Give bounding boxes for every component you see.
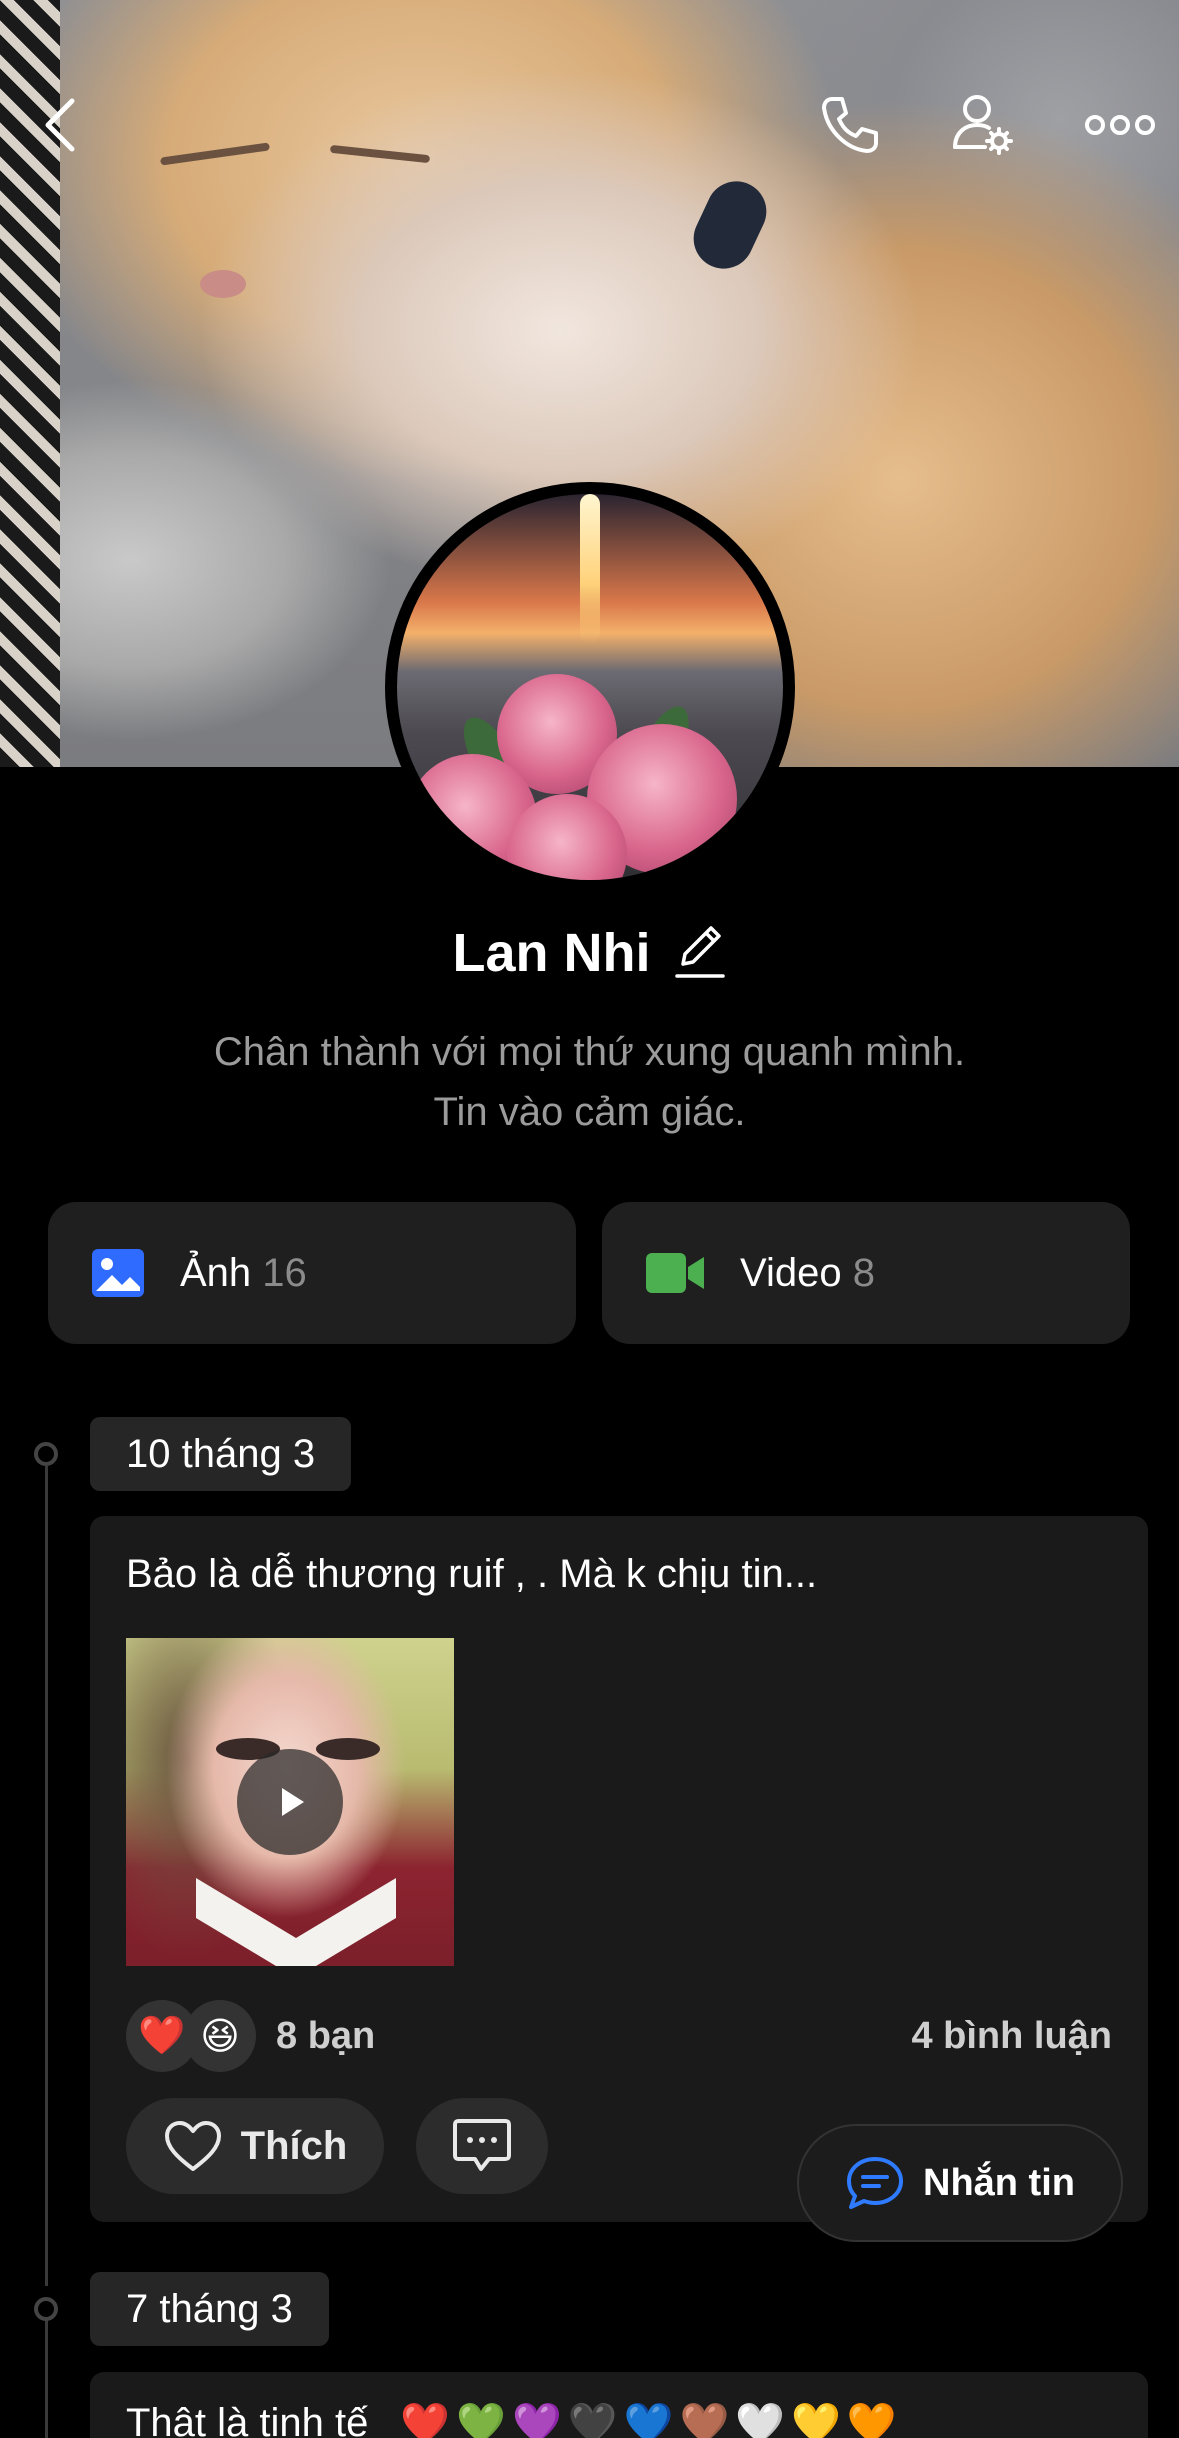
reaction-laugh[interactable]: 😆: [184, 2000, 256, 2072]
cat-nose: [200, 270, 246, 298]
bio-line-2: Tin vào cảm giác.: [433, 1090, 746, 1134]
videos-button[interactable]: Video 8: [602, 1202, 1130, 1344]
message-icon: [847, 2157, 903, 2209]
reaction-count[interactable]: 8 bạn: [276, 2015, 375, 2058]
heart-outline-icon: [164, 2121, 221, 2171]
timeline-dot: [34, 2297, 58, 2321]
heart-emoji: 🤍: [735, 2402, 786, 2438]
phone-icon: [822, 97, 878, 153]
play-icon: [282, 1788, 304, 1816]
back-button[interactable]: [25, 90, 95, 160]
heart-emoji: 🖤: [567, 2402, 618, 2438]
bio-line-1: Chân thành với mọi thứ xung quanh mình.: [213, 1030, 966, 1074]
post-text[interactable]: Thật là tinh tế ❤️ 💚 💜 🖤 💙 🤎 🤍 💛 🧡: [126, 2400, 897, 2438]
videos-label: Video: [740, 1250, 842, 1295]
profile-name: Lan Nhi: [452, 922, 651, 983]
heart-emoji: 💚: [456, 2402, 506, 2438]
heart-emoji: 💜: [512, 2402, 562, 2438]
heart-emoji: 💙: [623, 2402, 674, 2438]
more-icon: [1085, 115, 1155, 135]
heart-emoji: 💛: [791, 2402, 841, 2438]
date-chip: 7 tháng 3: [90, 2272, 329, 2346]
videos-count: 8: [852, 1250, 875, 1295]
comment-icon: [453, 2119, 511, 2171]
cat-eye: [329, 144, 431, 164]
heart-emoji: ❤️: [400, 2402, 451, 2438]
thumb-eye: [316, 1738, 380, 1760]
comment-count[interactable]: 4 bình luận: [911, 2015, 1112, 2058]
comment-button[interactable]: [416, 2098, 548, 2194]
reaction-row: ❤️ 😆 8 bạn 4 bình luận: [126, 1996, 1112, 2076]
like-button[interactable]: Thích: [126, 2098, 384, 2194]
post-text[interactable]: Bảo là dễ thương ruif , . Mà k chịu tin.…: [126, 1552, 817, 1597]
video-icon: [646, 1253, 704, 1293]
photos-count: 16: [262, 1250, 307, 1295]
cat-collar: [683, 171, 777, 279]
avatar-sun-reflection: [580, 494, 600, 644]
photos-label: Ảnh: [180, 1250, 252, 1295]
user-settings-icon: [953, 95, 1013, 155]
timeline-line: [45, 1466, 48, 2286]
more-button[interactable]: [1080, 90, 1160, 160]
avatar[interactable]: [385, 482, 795, 892]
post-card[interactable]: Thật là tinh tế ❤️ 💚 💜 🖤 💙 🤎 🤍 💛 🧡: [90, 2372, 1148, 2438]
thumb-collar: [196, 1878, 396, 1966]
timeline-dot: [34, 1442, 58, 1466]
timeline-line: [45, 2320, 48, 2438]
call-button[interactable]: [815, 90, 885, 160]
post-text-content: Thật là tinh tế: [126, 2401, 369, 2438]
back-icon: [45, 98, 75, 152]
edit-icon: [674, 926, 725, 978]
edit-name-button[interactable]: [673, 920, 727, 985]
message-button[interactable]: Nhắn tin: [797, 2124, 1123, 2242]
heart-emoji: 🤎: [679, 2402, 730, 2438]
heart-emoji: 🧡: [846, 2402, 897, 2438]
date-chip: 10 tháng 3: [90, 1417, 352, 1491]
photos-button[interactable]: Ảnh 16: [48, 1202, 576, 1344]
photo-icon: [92, 1249, 144, 1297]
profile-name-row: Lan Nhi: [0, 920, 1179, 985]
video-thumbnail[interactable]: [126, 1638, 454, 1966]
like-label: Thích: [240, 2123, 348, 2168]
post-card[interactable]: Bảo là dễ thương ruif , . Mà k chịu tin.…: [90, 1516, 1148, 2222]
cat-eye: [159, 142, 271, 166]
profile-settings-button[interactable]: [948, 90, 1018, 160]
message-label: Nhắn tin: [923, 2161, 1075, 2204]
play-button[interactable]: [237, 1749, 343, 1855]
